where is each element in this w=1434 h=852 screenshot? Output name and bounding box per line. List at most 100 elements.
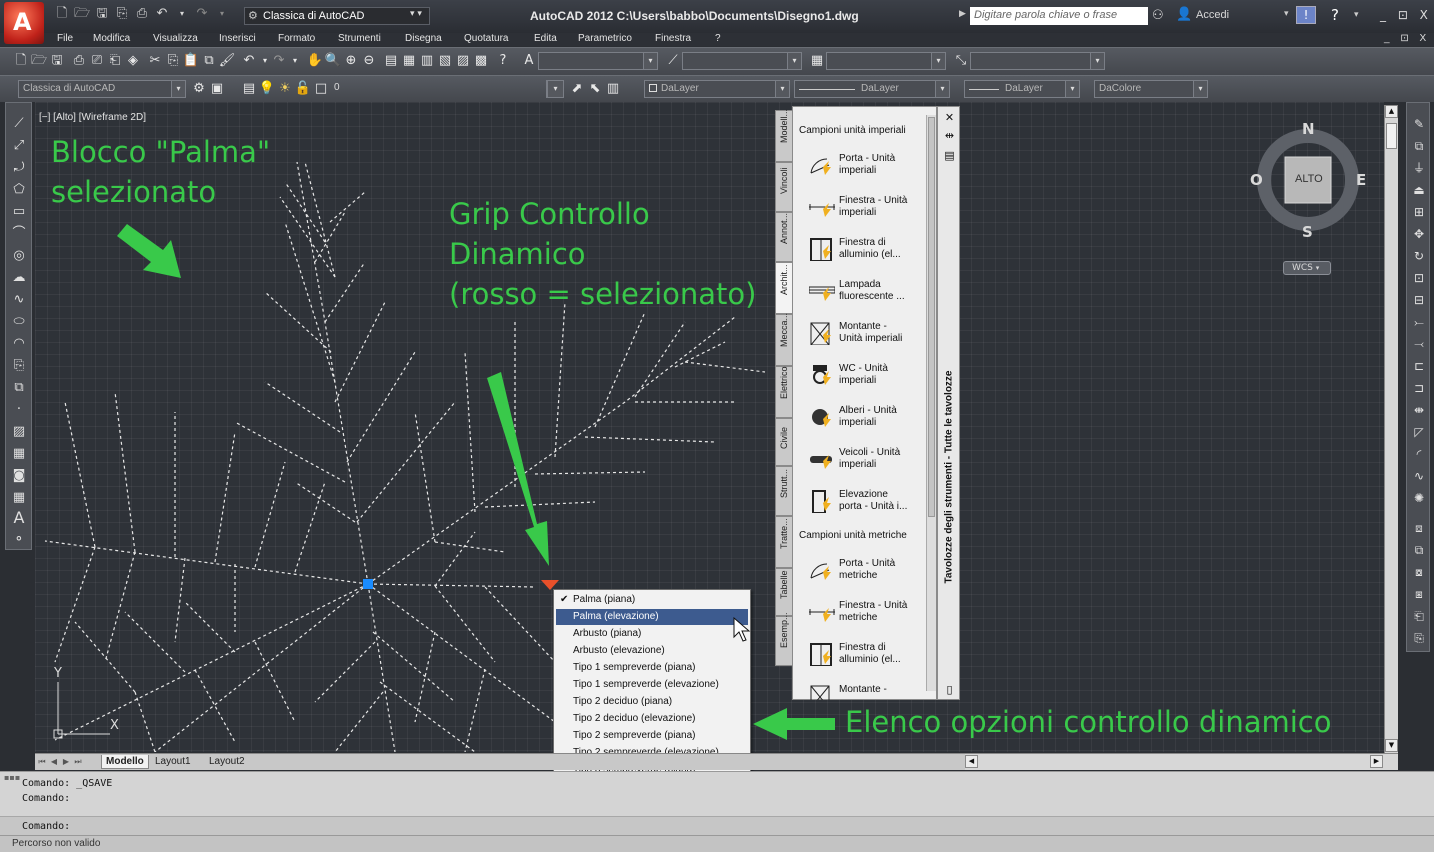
hatch-icon[interactable]: ▨ — [9, 423, 29, 441]
mleader-style-combo[interactable]: ▾ — [970, 52, 1105, 70]
lookup-option[interactable]: Arbusto (elevazione) — [556, 643, 748, 659]
palette-item[interactable]: Elevazione porta - Unità i... — [809, 485, 921, 523]
menu-disegna[interactable]: Disegna — [405, 33, 442, 44]
print-icon[interactable]: ⎙ — [134, 6, 150, 22]
zoom-previous-icon[interactable]: ⊖ — [360, 52, 378, 70]
scroll-right-icon[interactable]: ▶ — [1370, 755, 1383, 768]
viewcube-face-label[interactable]: ALTO — [1295, 173, 1323, 185]
undo-icon[interactable]: ↶ — [154, 6, 170, 22]
mleader-style-icon[interactable]: ⤡ — [952, 52, 970, 70]
print-preview-icon[interactable]: ⎚ — [88, 52, 106, 70]
command-input[interactable]: Comando: — [0, 816, 1434, 836]
array-icon[interactable]: ⊞ — [1409, 203, 1429, 221]
gradient-icon[interactable]: ▦ — [9, 445, 29, 463]
cut-icon[interactable]: ✂ — [146, 52, 164, 70]
redo-icon[interactable]: ↷ — [194, 6, 210, 22]
plotstyle-combo[interactable]: DaColore ▾ — [1094, 80, 1208, 98]
scroll-left-icon[interactable]: ◀ — [965, 755, 978, 768]
palette-tab-vincoli[interactable]: Vincoli — [775, 162, 792, 212]
break-icon[interactable]: ⊐ — [1409, 379, 1429, 397]
lineweight-combo[interactable]: DaLayer ▾ — [964, 80, 1080, 98]
menu-quotatura[interactable]: Quotatura — [464, 33, 508, 44]
palette-tab-architettura[interactable]: Archit... — [775, 262, 792, 314]
revision-cloud-icon[interactable]: ☁ — [9, 269, 29, 287]
dropdown-icon[interactable]: ▾ — [1284, 9, 1289, 19]
publish-icon[interactable]: ⎗ — [106, 52, 124, 70]
save-icon[interactable]: 🖫 — [48, 52, 66, 70]
open-folder-icon[interactable]: 🗁 — [30, 52, 48, 70]
palette-tab-esempi[interactable]: Esemp... — [775, 612, 792, 666]
workspace-select[interactable]: ⚙ Classica di AutoCAD — [244, 7, 430, 25]
wcs-menu[interactable]: WCS ▾ — [1283, 261, 1331, 275]
viewport-controls[interactable]: [−] [Alto] [Wireframe 2D] — [39, 112, 146, 123]
zoom-window-icon[interactable]: ⊕ — [342, 52, 360, 70]
palette-tab-tabelle[interactable]: Tabelle — [775, 568, 792, 616]
properties-menu-icon[interactable]: ▤ — [943, 149, 956, 162]
ellipse-icon[interactable]: ⬭ — [9, 313, 29, 331]
compass-west[interactable]: O — [1250, 171, 1263, 189]
move-icon[interactable]: ✥ — [1409, 225, 1429, 243]
menu-visualizza[interactable]: Visualizza — [153, 33, 198, 44]
lookup-option[interactable]: Palma (elevazione) — [556, 609, 748, 625]
exchange-icon[interactable]: ! — [1296, 6, 1316, 24]
palette-item[interactable]: Finestra di alluminio (el... — [809, 638, 921, 676]
palette-item[interactable]: Finestra - Unità imperiali — [809, 191, 921, 229]
design-center-icon[interactable]: ◈ — [124, 52, 142, 70]
workspace-dropdown-arrow-icon[interactable]: ▾ ▾ — [410, 9, 422, 19]
color-combo[interactable]: DaLayer ▾ — [644, 80, 790, 98]
workspace-combo[interactable]: Classica di AutoCAD ▾ — [18, 80, 186, 98]
properties-icon[interactable]: ▤ — [382, 52, 400, 70]
binoculars-icon[interactable]: ⚇ — [1152, 8, 1164, 23]
mirror-icon[interactable]: ⏚ — [1409, 159, 1429, 177]
palette-item[interactable]: Montante - Unità imperiali — [809, 317, 921, 355]
scroll-down-icon[interactable]: ▼ — [1385, 739, 1398, 752]
chamfer-icon[interactable]: ◸ — [1409, 423, 1429, 441]
layer-properties-icon[interactable]: ▣ — [208, 80, 226, 98]
tool-palettes-icon[interactable]: ▥ — [418, 52, 436, 70]
lookup-option[interactable]: Tipo 1 sempreverde (piana) — [556, 660, 748, 676]
tab-layout2[interactable]: Layout2 — [205, 755, 249, 769]
palette-item[interactable]: Finestra di alluminio (el... — [809, 233, 921, 271]
stretch-icon[interactable]: ⊟ — [1409, 291, 1429, 309]
markup-icon[interactable]: ▨ — [454, 52, 472, 70]
palette-scrollbar[interactable] — [926, 115, 936, 691]
palette-tab-elettrico[interactable]: Elettrico — [775, 366, 792, 418]
table-style-icon[interactable]: ▦ — [808, 52, 826, 70]
palette-item[interactable]: Porta - Unità metriche — [809, 554, 921, 592]
palette-item[interactable]: Montante - — [809, 680, 921, 700]
scale-icon[interactable]: ⊡ — [1409, 269, 1429, 287]
last-tab-icon[interactable]: ⏭ — [73, 756, 83, 768]
rectangle-icon[interactable]: ▭ — [9, 203, 29, 221]
spline-icon[interactable]: ∿ — [9, 291, 29, 309]
rotate-icon[interactable]: ↻ — [1409, 247, 1429, 265]
color-swatch-icon[interactable]: □ — [312, 80, 330, 98]
sun-freeze-icon[interactable]: ☀ — [276, 80, 294, 98]
dropdown-icon[interactable]: ▾ — [214, 6, 230, 22]
dim-style-icon[interactable]: ⟋ — [664, 52, 682, 70]
palette-titlebar[interactable]: ✕ ⇹ ▤ Tavolozze degli strumenti - Tutte … — [937, 106, 960, 700]
palette-tab-annotazione[interactable]: Annot... — [775, 212, 792, 262]
palette-tab-civile[interactable]: Civile — [775, 418, 792, 466]
zoom-realtime-icon[interactable]: 🔍 — [324, 52, 342, 70]
insert-block-icon[interactable]: ⎘ — [9, 357, 29, 375]
lookup-option[interactable]: Tipo 2 sempreverde (piana) — [556, 728, 748, 744]
login-link[interactable]: Accedi — [1196, 9, 1229, 21]
dropdown-icon[interactable]: ▾ — [286, 52, 304, 70]
viewcube[interactable]: N S E O ALTO — [1240, 116, 1380, 256]
point-icon[interactable]: · — [9, 401, 29, 419]
grip-handle-icon[interactable]: ▪▪▪ — [4, 774, 20, 816]
tool-palette[interactable]: Modell... Vincoli Annot... Archit... Mec… — [774, 106, 960, 700]
region-icon[interactable]: ◙ — [9, 467, 29, 485]
polyline-icon[interactable]: ⤾ — [9, 159, 29, 177]
previous-tab-icon[interactable]: ◀ — [49, 756, 59, 768]
search-input[interactable]: Digitare parola chiave o frase — [970, 7, 1148, 25]
construction-line-icon[interactable]: ⤢ — [9, 137, 29, 155]
menu-file[interactable]: File — [57, 33, 73, 44]
erase-icon[interactable]: ✎ — [1409, 115, 1429, 133]
next-tab-icon[interactable]: ▶ — [61, 756, 71, 768]
palette-item[interactable]: WC - Unità imperiali — [809, 359, 921, 397]
workspace-settings-icon[interactable]: ⚙ — [190, 80, 208, 98]
menu-modifica[interactable]: Modifica — [93, 33, 130, 44]
blend-curves-icon[interactable]: ∿ — [1409, 467, 1429, 485]
menu-finestra[interactable]: Finestra — [655, 33, 691, 44]
